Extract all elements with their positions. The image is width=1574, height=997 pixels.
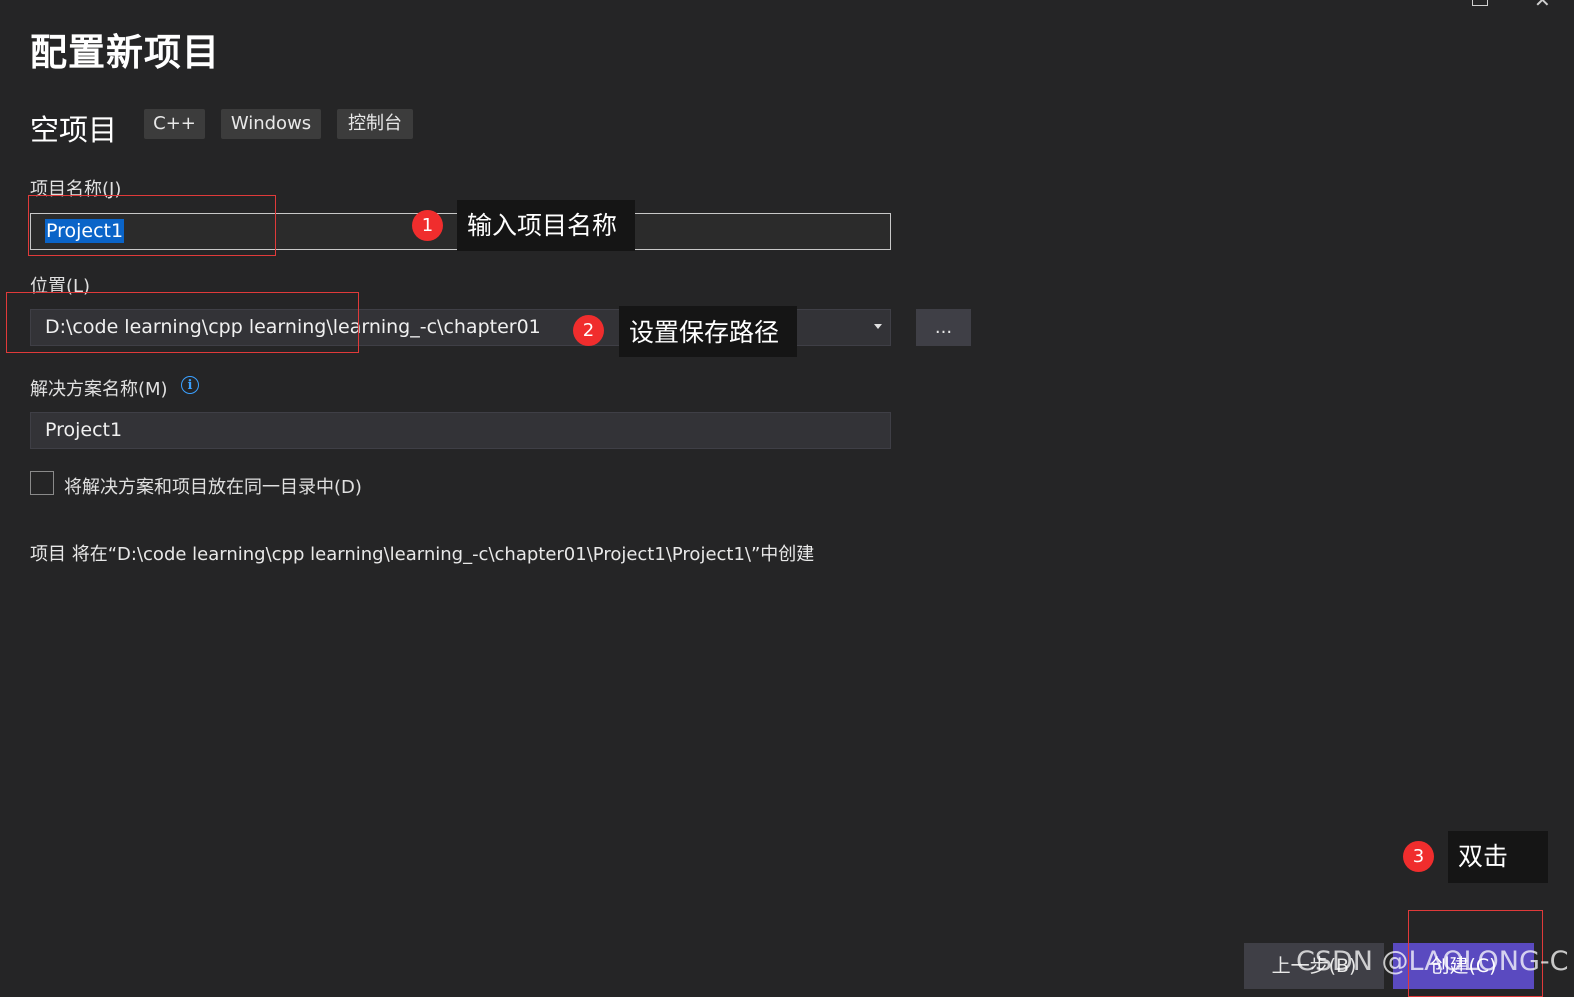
creation-path-text: 项目 将在“D:\code learning\cpp learning\lear… [30, 544, 815, 565]
tag-windows: Windows [221, 109, 321, 139]
solution-name-label: 解决方案名称(M) [30, 379, 168, 400]
template-name: 空项目 [30, 113, 118, 147]
annotation-callout-1: 输入项目名称 [457, 200, 635, 251]
watermark: CSDN @LAOLONG-C [1296, 946, 1569, 977]
annotation-badge-1: 1 [412, 210, 443, 241]
annotation-badge-3: 3 [1403, 841, 1434, 872]
annotation-badge-2: 2 [573, 315, 604, 346]
browse-button[interactable]: ... [916, 309, 971, 346]
annotation-callout-2: 设置保存路径 [619, 306, 797, 357]
annotation-callout-3: 双击 [1448, 831, 1548, 883]
chevron-down-icon[interactable] [874, 324, 882, 329]
maximize-icon[interactable] [1472, 0, 1488, 6]
close-icon[interactable]: ✕ [1534, 0, 1551, 10]
tag-console: 控制台 [337, 109, 413, 139]
tag-cpp: C++ [144, 109, 205, 139]
same-directory-checkbox[interactable] [30, 471, 54, 495]
info-icon[interactable]: i [181, 376, 199, 394]
solution-name-input[interactable]: Project1 [30, 412, 891, 449]
page-title: 配置新项目 [30, 31, 220, 74]
same-directory-label[interactable]: 将解决方案和项目放在同一目录中(D) [64, 473, 362, 499]
annotation-highlight-location [6, 292, 359, 353]
solution-name-value: Project1 [45, 419, 123, 441]
annotation-highlight-project-name [28, 195, 276, 256]
